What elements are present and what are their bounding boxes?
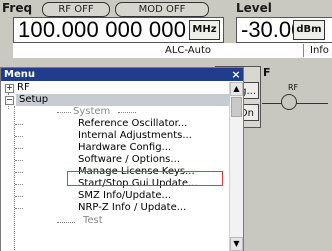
tree-connector (15, 124, 23, 125)
section-header-test: Test (83, 215, 103, 223)
scroll-down-icon[interactable]: ▼ (230, 237, 243, 251)
separator (57, 222, 75, 223)
tree-connector (15, 208, 23, 209)
rf-block-title: F (263, 66, 271, 79)
tree-connector (15, 184, 23, 185)
tree-connector (15, 160, 23, 161)
rf-output-label: RF (288, 83, 299, 92)
tree-connector (15, 136, 23, 137)
tree-connector (14, 106, 15, 251)
menu-window: Menu × + RF Setup − System Reference Osc… (0, 67, 244, 251)
menu-item-reference-oscillator[interactable]: Reference Oscillator... (78, 118, 187, 130)
menu-scrollbar[interactable]: ▲ ▼ (229, 82, 243, 251)
expand-icon[interactable]: + (5, 84, 14, 93)
freq-label: Freq (2, 1, 33, 15)
menu-item-internal-adjustments[interactable]: Internal Adjustments... (78, 130, 192, 142)
tree-connector (15, 172, 23, 173)
rf-off-button[interactable]: RF OFF (42, 2, 110, 17)
tree-connector (15, 196, 23, 197)
menu-item-smz-info-update[interactable]: SMZ Info/Update... (78, 190, 171, 202)
level-field[interactable]: -30.00 dBm (236, 17, 332, 43)
menu-tree: + RF Setup − System Reference Oscillator… (1, 82, 229, 251)
menu-title-bar: Menu × (1, 68, 243, 81)
instrument-header: Freq RF OFF MOD OFF Level 100.000 000 00… (0, 0, 332, 60)
highlight-annotation (67, 171, 223, 186)
menu-item-setup[interactable]: Setup (16, 94, 229, 106)
tree-connector (15, 148, 23, 149)
menu-item-setup-label: Setup (19, 94, 49, 105)
close-icon[interactable]: × (230, 68, 242, 81)
status-bar: ALC-Auto (13, 43, 332, 58)
frequency-field[interactable]: 100.000 000 000 MHz (13, 17, 224, 43)
rf-output-connector-icon (281, 94, 297, 110)
level-label: Level (236, 1, 272, 15)
separator (118, 112, 136, 113)
frequency-unit-button[interactable]: MHz (189, 20, 220, 40)
separator (57, 112, 71, 113)
section-header-system: System (73, 106, 111, 117)
scroll-up-icon[interactable]: ▲ (230, 82, 243, 96)
menu-title: Menu (4, 69, 35, 80)
scroll-thumb[interactable] (231, 97, 242, 117)
frequency-value: 100.000 000 000 (18, 17, 187, 42)
alc-status: ALC-Auto (165, 45, 212, 56)
collapse-icon[interactable]: − (5, 96, 14, 105)
level-unit-button[interactable]: dBm (293, 20, 325, 40)
mod-off-button[interactable]: MOD OFF (115, 2, 209, 17)
menu-item-hardware-config[interactable]: Hardware Config... (78, 142, 171, 154)
menu-item-software-options[interactable]: Software / Options... (78, 154, 180, 166)
menu-item-nrpz-info-update[interactable]: NRP-Z Info / Update... (78, 202, 186, 214)
info-button[interactable]: Info (303, 44, 332, 57)
menu-item-rf[interactable]: RF (17, 82, 30, 94)
